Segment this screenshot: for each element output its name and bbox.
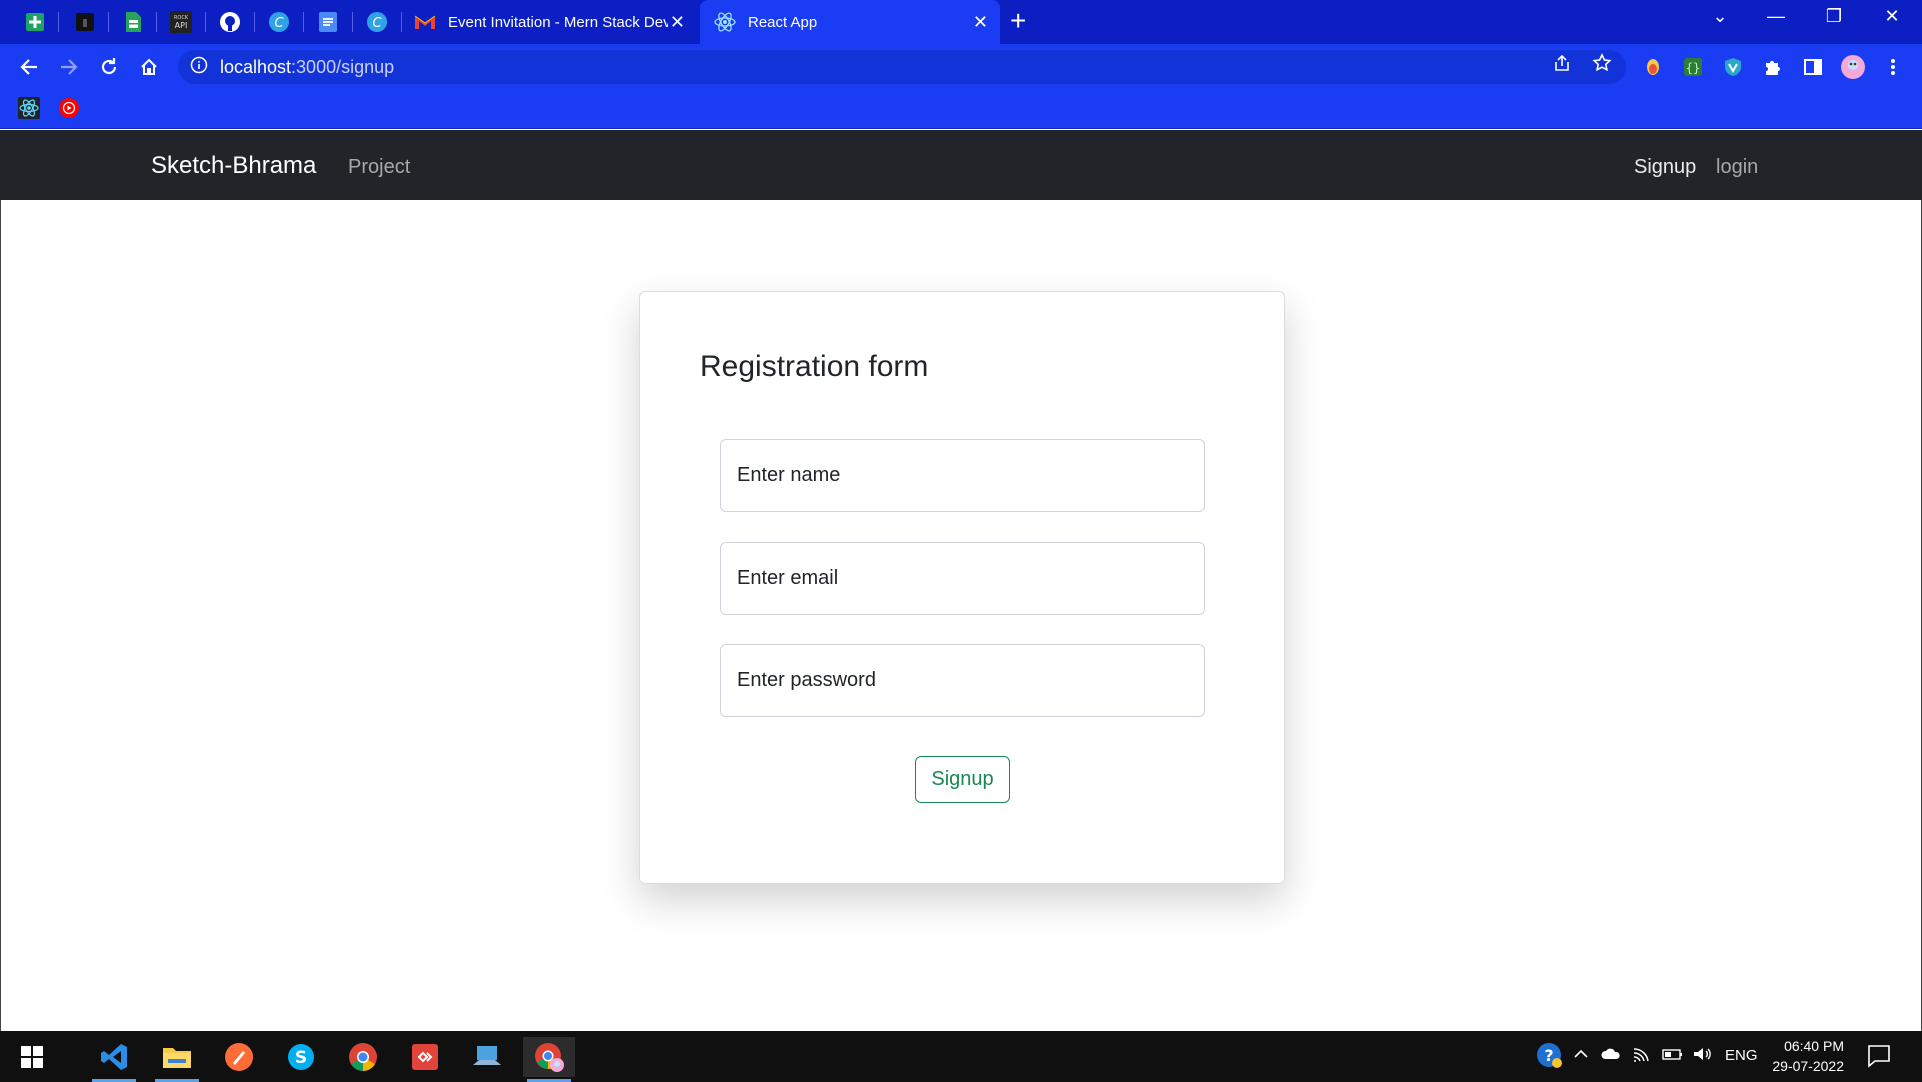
browser-toolbar: localhost:3000/signup {} xyxy=(0,44,1922,89)
windows-start-icon[interactable] xyxy=(6,1037,58,1077)
registration-card: Registration form Signup xyxy=(639,291,1285,884)
sheets-icon[interactable] xyxy=(20,8,50,36)
tab-event-invitation[interactable]: Event Invitation - Mern Stack Dev ✕ xyxy=(412,0,697,44)
battery-icon[interactable] xyxy=(1662,1045,1684,1067)
sheets-green-icon[interactable] xyxy=(118,8,148,36)
nav-link-project[interactable]: Project xyxy=(348,156,410,179)
site-info-icon[interactable] xyxy=(190,56,208,79)
home-icon[interactable] xyxy=(136,54,162,80)
onedrive-icon[interactable] xyxy=(1600,1045,1622,1067)
restore-icon[interactable]: ❐ xyxy=(1814,6,1854,27)
github-icon[interactable] xyxy=(215,8,245,36)
forward-icon[interactable] xyxy=(56,54,82,80)
email-input[interactable] xyxy=(720,542,1205,615)
tab-title: React App xyxy=(748,13,818,31)
skype-icon[interactable]: S xyxy=(275,1037,327,1077)
address-url: localhost:3000/signup xyxy=(220,56,395,77)
extension-fox-icon[interactable] xyxy=(1640,54,1666,80)
rock-api-icon[interactable]: API ROCK xyxy=(166,8,196,36)
reload-icon[interactable] xyxy=(96,54,122,80)
system-clock[interactable]: 06:40 PM 29-07-2022 xyxy=(1770,1036,1844,1076)
laptop-app-icon[interactable] xyxy=(461,1037,513,1077)
vscode-icon[interactable] xyxy=(88,1037,140,1082)
browser-menu-icon[interactable] xyxy=(1880,54,1906,80)
c-app-icon[interactable]: C xyxy=(264,8,294,36)
nav-link-signup[interactable]: Signup xyxy=(1634,156,1696,179)
extension-json-icon[interactable]: {} xyxy=(1680,54,1706,80)
chrome-icon[interactable] xyxy=(337,1037,389,1077)
c-app-icon[interactable]: C xyxy=(362,8,392,36)
svg-text:ROCK: ROCK xyxy=(174,15,189,21)
app-navbar: Sketch-Bhrama Project Signup login xyxy=(0,130,1922,200)
show-hidden-icons-icon[interactable] xyxy=(1572,1045,1590,1067)
bookmarks-bar xyxy=(0,89,1922,129)
tab-react-app[interactable]: React App ✕ xyxy=(700,0,1000,44)
nav-link-login[interactable]: login xyxy=(1716,156,1758,179)
page-content: Registration form Signup xyxy=(0,200,1922,1031)
svg-text:API: API xyxy=(175,21,188,30)
react-bookmark-icon[interactable] xyxy=(18,97,40,124)
react-icon xyxy=(714,11,736,33)
password-input[interactable] xyxy=(720,644,1205,717)
bookmark-star-icon[interactable] xyxy=(1590,51,1614,75)
new-tab-button[interactable]: + xyxy=(1010,6,1026,36)
name-input[interactable] xyxy=(720,439,1205,512)
tab-title: Event Invitation - Mern Stack Dev xyxy=(448,13,668,31)
svg-text:C: C xyxy=(372,16,382,31)
docs-icon[interactable] xyxy=(313,8,343,36)
minimize-icon[interactable]: — xyxy=(1756,6,1796,27)
brand-link[interactable]: Sketch-Bhrama xyxy=(151,152,316,180)
youtube-music-bookmark-icon[interactable] xyxy=(58,97,80,124)
browser-tab-strip: API ROCK C C Event Invitation - Mern Stac… xyxy=(0,0,1922,44)
notifications-icon[interactable] xyxy=(1866,1043,1892,1073)
address-bar[interactable]: localhost:3000/signup xyxy=(178,50,1626,84)
close-tab-icon[interactable]: ✕ xyxy=(670,12,685,33)
back-icon[interactable] xyxy=(16,54,42,80)
git-icon[interactable] xyxy=(399,1037,451,1077)
extensions-puzzle-icon[interactable] xyxy=(1760,54,1786,80)
side-panel-icon[interactable] xyxy=(1800,54,1826,80)
volume-icon[interactable] xyxy=(1692,1045,1714,1067)
language-indicator[interactable]: ENG xyxy=(1725,1047,1758,1064)
dark-app-icon[interactable] xyxy=(70,8,100,36)
form-title: Registration form xyxy=(700,350,929,383)
profile-avatar[interactable] xyxy=(1840,54,1866,80)
signup-submit-button[interactable]: Signup xyxy=(915,756,1010,803)
help-icon[interactable]: ? xyxy=(1535,1041,1563,1073)
svg-text:{}: {} xyxy=(1686,61,1700,75)
clock-date: 29-07-2022 xyxy=(1772,1058,1844,1074)
svg-text:C: C xyxy=(274,16,284,31)
chrome-profile-icon[interactable] xyxy=(523,1037,575,1082)
extension-shield-icon[interactable] xyxy=(1720,54,1746,80)
share-icon[interactable] xyxy=(1550,51,1574,75)
close-window-icon[interactable]: ✕ xyxy=(1872,6,1912,27)
svg-text:S: S xyxy=(295,1048,307,1068)
clock-time: 06:40 PM xyxy=(1784,1038,1844,1054)
network-icon[interactable] xyxy=(1632,1045,1652,1067)
tab-search-icon[interactable]: ⌄ xyxy=(1700,6,1740,27)
postman-icon[interactable] xyxy=(213,1037,265,1077)
file-explorer-icon[interactable] xyxy=(151,1037,203,1082)
windows-taskbar: S ? ENG 06:40 PM 29-07-2022 xyxy=(0,1031,1922,1082)
close-tab-icon[interactable]: ✕ xyxy=(973,12,988,33)
gmail-icon xyxy=(414,14,436,30)
